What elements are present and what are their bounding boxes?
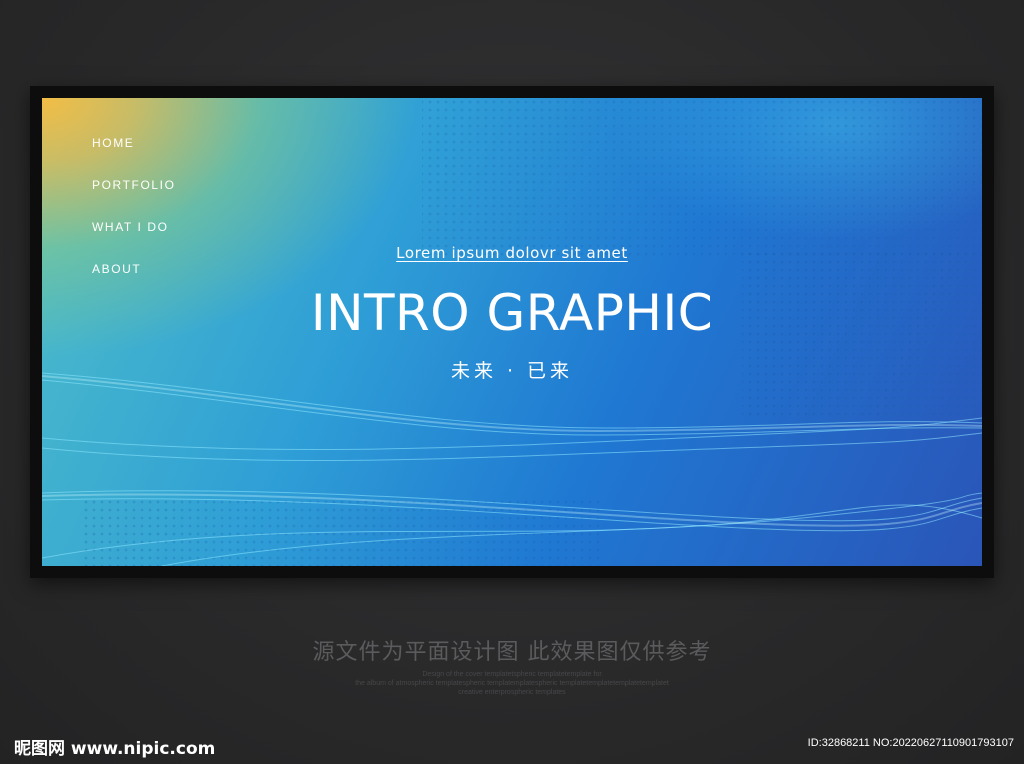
image-id: ID:32868211 NO:20220627110901793107 bbox=[807, 737, 1014, 749]
banner-frame: HOME PORTFOLIO WHAT I DO ABOUT Lorem ips… bbox=[30, 86, 994, 578]
page: HOME PORTFOLIO WHAT I DO ABOUT Lorem ips… bbox=[0, 0, 1024, 764]
hero-tagline: 未来 · 已来 bbox=[450, 360, 574, 382]
hero-subtitle-link[interactable]: Lorem ipsum dolovr sit amet bbox=[396, 244, 628, 262]
preview-caption-small: Design of the cover templatetspheric tem… bbox=[300, 670, 724, 697]
caption-line: the album of atmospheric templatespheric… bbox=[355, 680, 669, 687]
intro-banner: HOME PORTFOLIO WHAT I DO ABOUT Lorem ips… bbox=[42, 98, 982, 566]
nav-item-home[interactable]: HOME bbox=[92, 136, 176, 178]
preview-caption: 源文件为平面设计图 此效果图仅供参考 bbox=[312, 640, 712, 665]
nav-item-portfolio[interactable]: PORTFOLIO bbox=[92, 178, 176, 220]
hero-title: INTRO GRAPHIC bbox=[310, 284, 714, 342]
nipic-logo-icon: 昵图网 www.nipic.com bbox=[14, 739, 216, 759]
caption-line: creative enterprospheric templates bbox=[458, 689, 566, 696]
nav-menu: HOME PORTFOLIO WHAT I DO ABOUT bbox=[92, 136, 176, 304]
halftone-top bbox=[422, 98, 982, 258]
hero-subtitle: Lorem ipsum dolovr sit amet bbox=[42, 244, 982, 262]
caption-line: Design of the cover templatetspheric tem… bbox=[422, 671, 602, 678]
